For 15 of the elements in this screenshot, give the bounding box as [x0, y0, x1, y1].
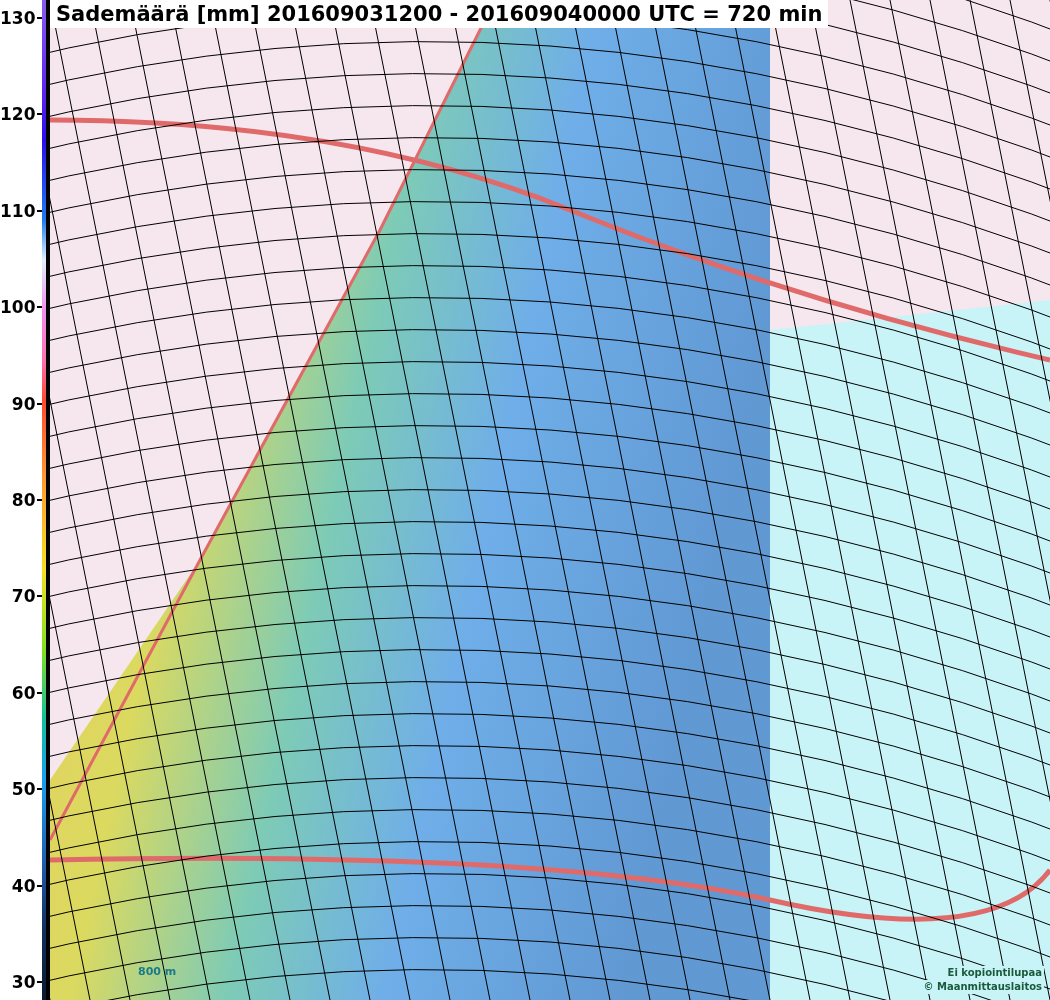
attribution-text: Ei kopiointilupaa — [945, 966, 1044, 980]
map-title: Sademäärä [mm] 201609031200 - 201609040000 UTC = 720 min — [50, 0, 829, 28]
colorbar-tick-label: 100 — [0, 297, 37, 318]
colorbar-tick-label: 80 — [11, 489, 37, 510]
colorbar-tick-label: 30 — [11, 971, 37, 992]
colorbar-tick-label: 110 — [0, 200, 37, 221]
attribution-text: © Maanmittauslaitos — [921, 980, 1044, 994]
colorbar-tick-label: 90 — [11, 393, 37, 414]
colorbar-tick-label: 50 — [11, 779, 37, 800]
scale-label: 800 m — [138, 965, 177, 978]
colorbar-tick-label: 40 — [11, 875, 37, 896]
colorbar-tick-label: 130 — [0, 8, 37, 28]
colorbar-tick-label: 120 — [0, 104, 37, 125]
colorbar-tick-label: 60 — [11, 682, 37, 703]
colorbar-tick-label: 70 — [11, 586, 37, 607]
